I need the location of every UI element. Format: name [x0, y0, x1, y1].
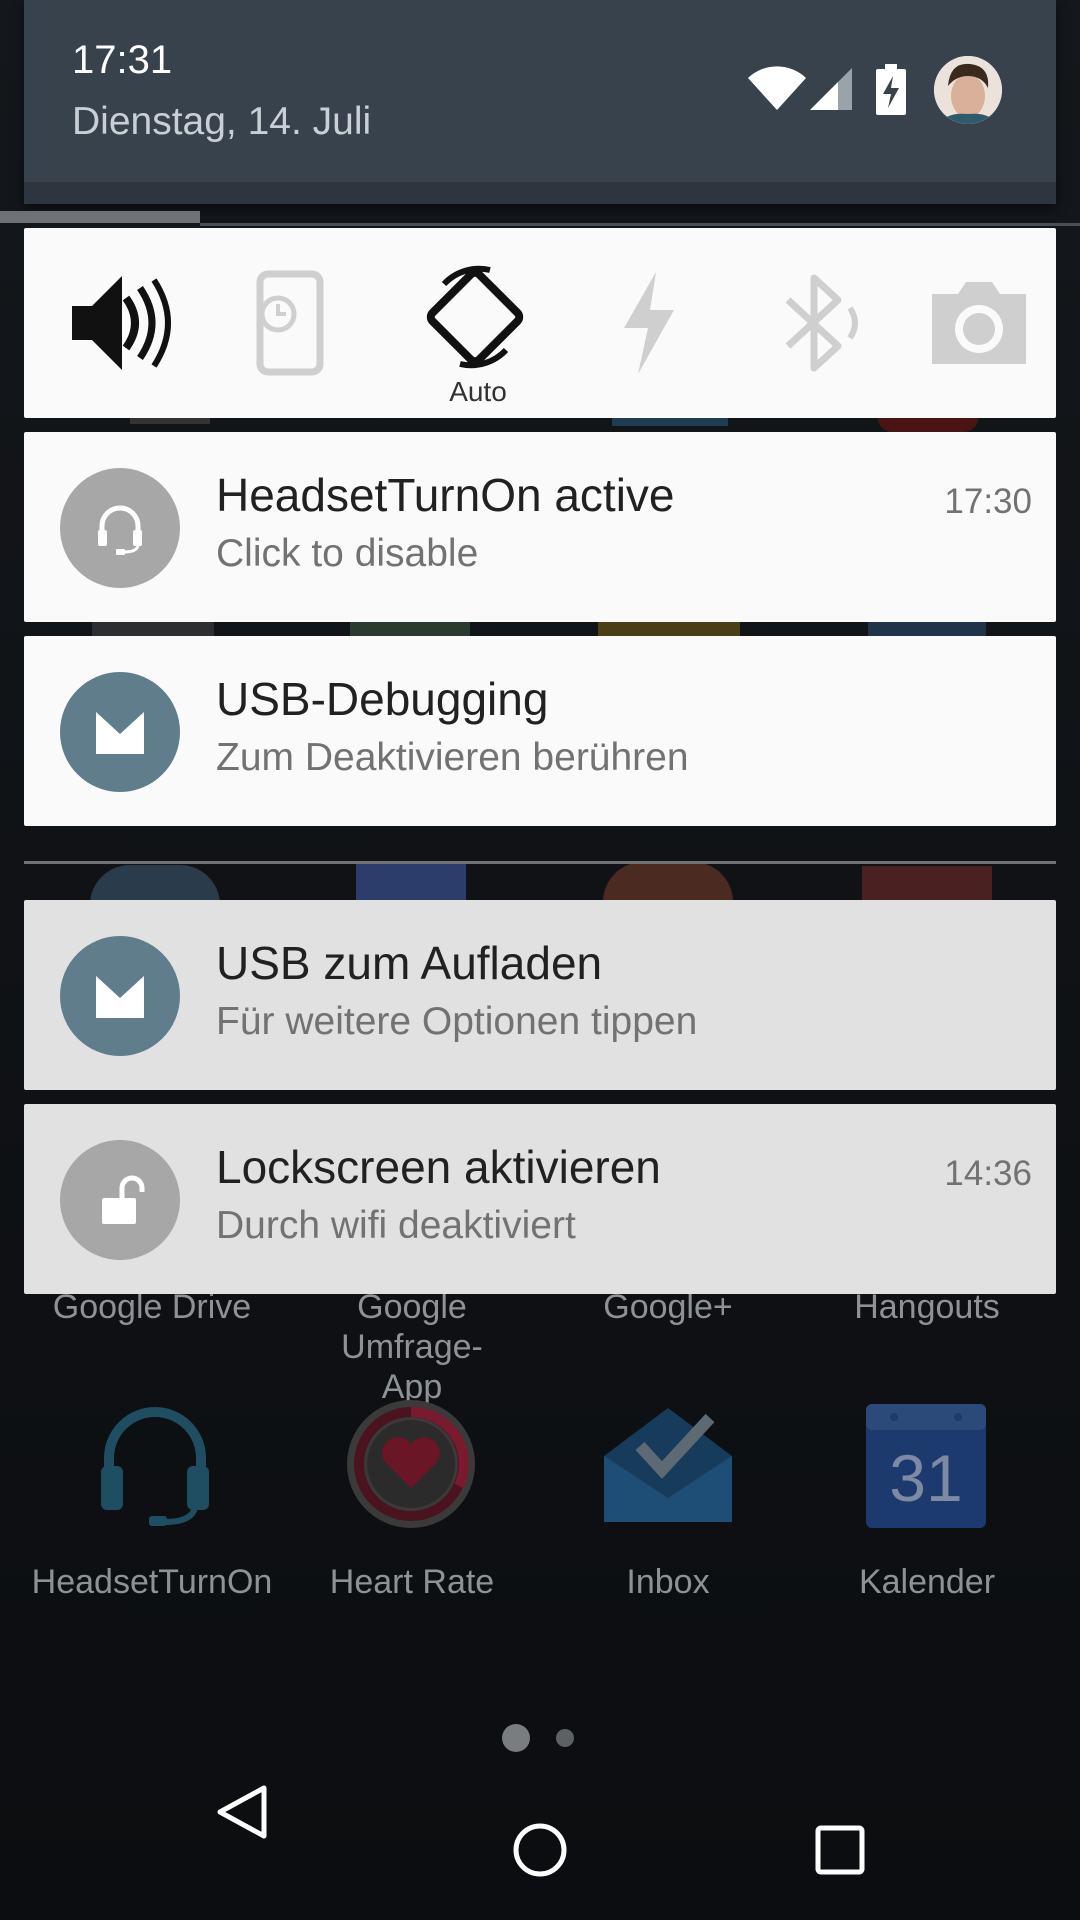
android-m-icon — [96, 976, 144, 1018]
heart-rate-app-icon[interactable] — [345, 1398, 477, 1530]
ghost-icon-fragment — [878, 418, 978, 432]
notification-text: Durch wifi deaktiviert — [216, 1204, 576, 1247]
android-m-icon — [96, 712, 144, 754]
calendar-day-number: 31 — [889, 1441, 963, 1515]
notification-icon-circle — [60, 936, 180, 1056]
notification-usb-debugging[interactable]: USB-Debugging Zum Deaktivieren berühren — [24, 636, 1056, 826]
notification-title: HeadsetTurnOn active — [216, 469, 675, 521]
ghost-icon-fragment — [92, 622, 214, 636]
header-date[interactable]: Dienstag, 14. Juli — [72, 100, 371, 144]
auto-rotate-label: Auto — [449, 376, 507, 407]
notification-title: Lockscreen aktivieren — [216, 1141, 661, 1193]
notification-icon-circle — [60, 1140, 180, 1260]
header-expand-strip — [24, 182, 1056, 204]
notification-text: Für weitere Optionen tippen — [216, 1000, 698, 1043]
app-label-inbox[interactable]: Inbox — [538, 1562, 798, 1602]
app-label-google-umfrage[interactable]: Google Umfrage- App — [282, 1287, 542, 1407]
app-label-kalender[interactable]: Kalender — [797, 1562, 1057, 1602]
ghost-icon-fragment — [603, 862, 733, 902]
ghost-icon-fragment — [612, 418, 728, 426]
page-indicator-inactive — [556, 1729, 574, 1747]
notification-title: USB zum Aufladen — [216, 937, 603, 989]
user-avatar-image — [934, 56, 1002, 124]
notification-usb-charging[interactable]: USB zum Aufladen Für weitere Optionen ti… — [24, 900, 1056, 1090]
notification-icon-circle — [60, 672, 180, 792]
app-label-headsetturnon[interactable]: HeadsetTurnOn — [22, 1562, 282, 1602]
user-avatar[interactable] — [934, 56, 1002, 124]
shade-progress-indicator — [0, 211, 200, 223]
ghost-icon-fragment — [868, 622, 986, 636]
headset-icon — [98, 505, 142, 555]
recents-button[interactable] — [814, 1824, 866, 1876]
notification-text: Zum Deaktivieren berühren — [216, 736, 689, 779]
shade-divider-line — [200, 223, 1080, 226]
bluetooth-icon[interactable] — [766, 268, 876, 378]
ghost-icon-fragment — [356, 862, 466, 902]
ghost-icon-fragment — [90, 865, 220, 905]
flashlight-icon[interactable] — [594, 268, 704, 378]
notification-section-divider — [24, 861, 1056, 864]
notification-time: 14:36 — [944, 1154, 1032, 1193]
vibrate-timer-icon[interactable] — [236, 268, 346, 378]
notification-title: USB-Debugging — [216, 673, 549, 725]
home-button[interactable] — [512, 1822, 568, 1878]
ghost-icon-fragment — [350, 622, 470, 636]
camera-icon[interactable] — [924, 268, 1034, 378]
auto-rotate-icon[interactable] — [420, 262, 530, 372]
notification-lockscreen[interactable]: Lockscreen aktivieren Durch wifi deaktiv… — [24, 1104, 1056, 1294]
notification-headsetturnon[interactable]: HeadsetTurnOn active Click to disable 17… — [24, 432, 1056, 622]
notification-shade-header: 17:31 Dienstag, 14. Juli — [24, 0, 1056, 204]
header-clock: 17:31 — [72, 38, 173, 82]
ghost-icon-fragment — [598, 622, 740, 636]
notification-icon-circle — [60, 468, 180, 588]
notification-time: 17:30 — [944, 482, 1032, 521]
ghost-icon-fragment — [130, 418, 210, 424]
inbox-app-icon[interactable] — [600, 1398, 736, 1526]
app-label-google-umfrage-text: Google Umfrage- App — [341, 1288, 483, 1406]
unlock-icon — [102, 1175, 145, 1224]
notification-text: Click to disable — [216, 532, 479, 575]
ghost-icon-fragment — [862, 866, 992, 902]
back-button[interactable] — [212, 1782, 272, 1842]
quick-settings-panel: Auto — [24, 228, 1056, 418]
battery-charging-icon — [876, 64, 906, 115]
headset-app-icon[interactable] — [95, 1398, 215, 1528]
page-indicator-active — [502, 1724, 530, 1752]
wifi-icon — [748, 66, 806, 110]
cell-signal-icon — [810, 68, 852, 110]
app-label-heart-rate[interactable]: Heart Rate — [282, 1562, 542, 1602]
volume-icon[interactable] — [64, 268, 174, 378]
